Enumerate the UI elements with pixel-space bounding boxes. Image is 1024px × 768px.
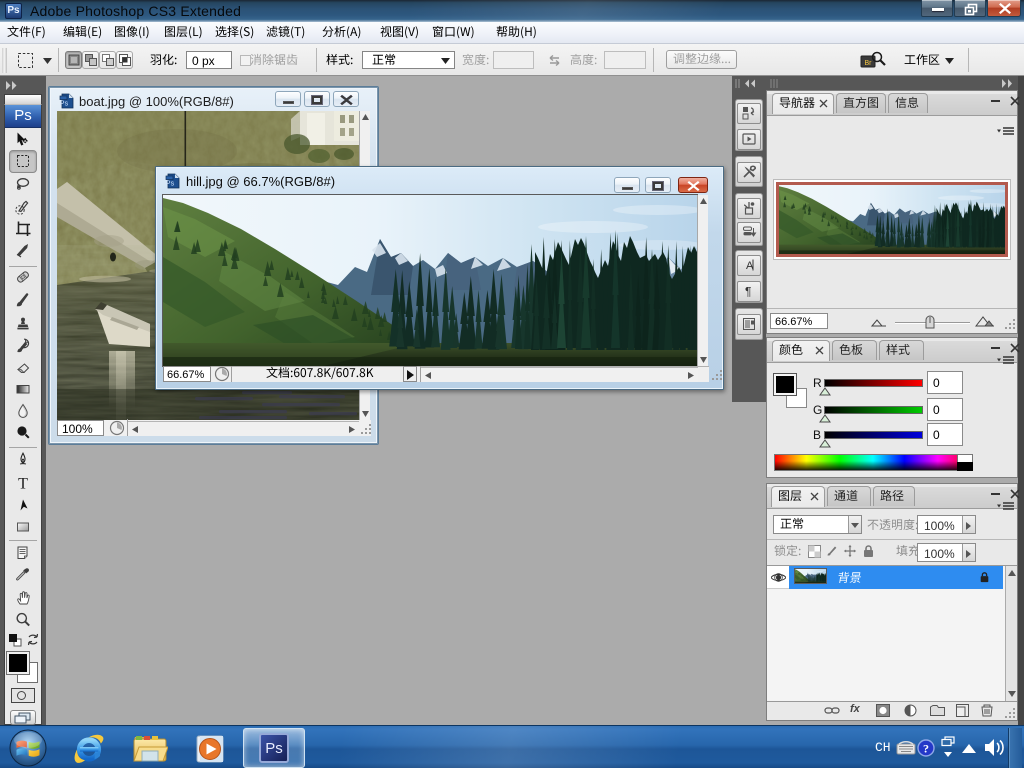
svg-text:Ps: Ps: [166, 181, 175, 188]
svg-text:¶: ¶: [745, 285, 751, 299]
svg-text:Br: Br: [865, 60, 873, 67]
svg-text:Ps: Ps: [60, 101, 69, 108]
svg-text:T: T: [18, 476, 28, 493]
svg-text:?: ?: [923, 742, 929, 756]
